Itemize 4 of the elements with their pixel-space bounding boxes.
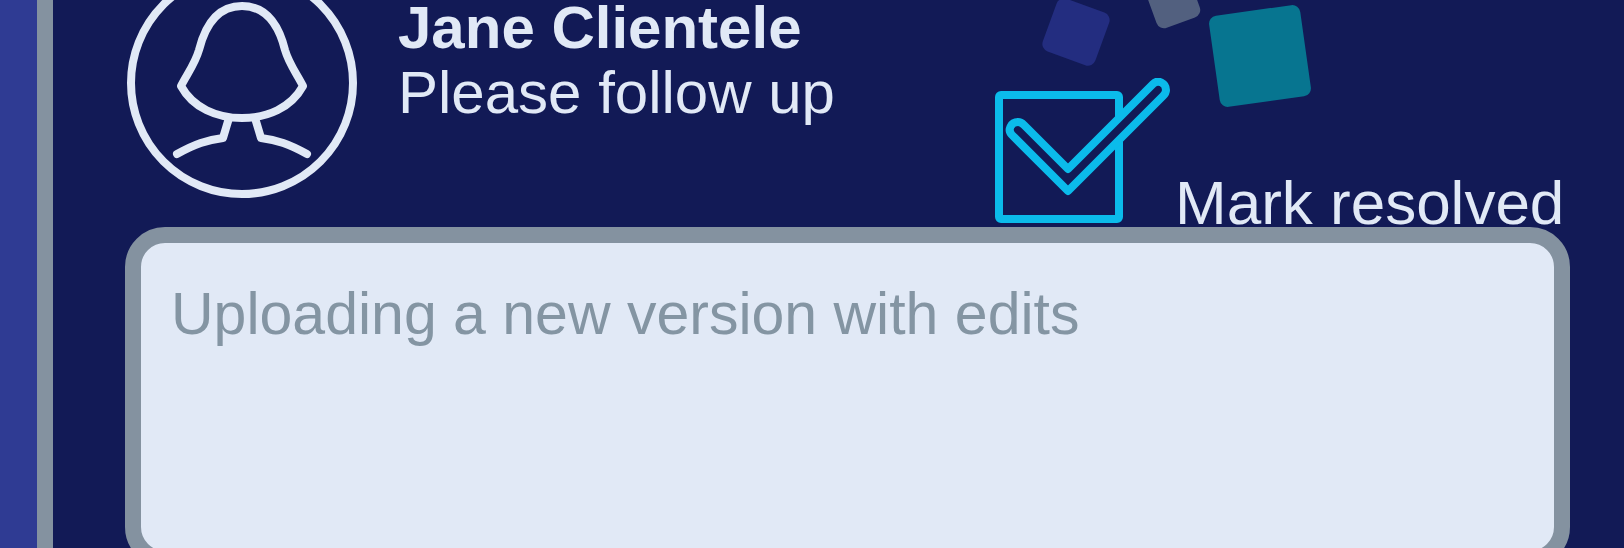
avatar-icon	[125, 0, 359, 200]
author-note: Please follow up	[398, 58, 835, 128]
reply-field[interactable]: Uploading a new version with edits	[125, 227, 1570, 548]
author-name: Jane Clientele	[398, 0, 802, 58]
